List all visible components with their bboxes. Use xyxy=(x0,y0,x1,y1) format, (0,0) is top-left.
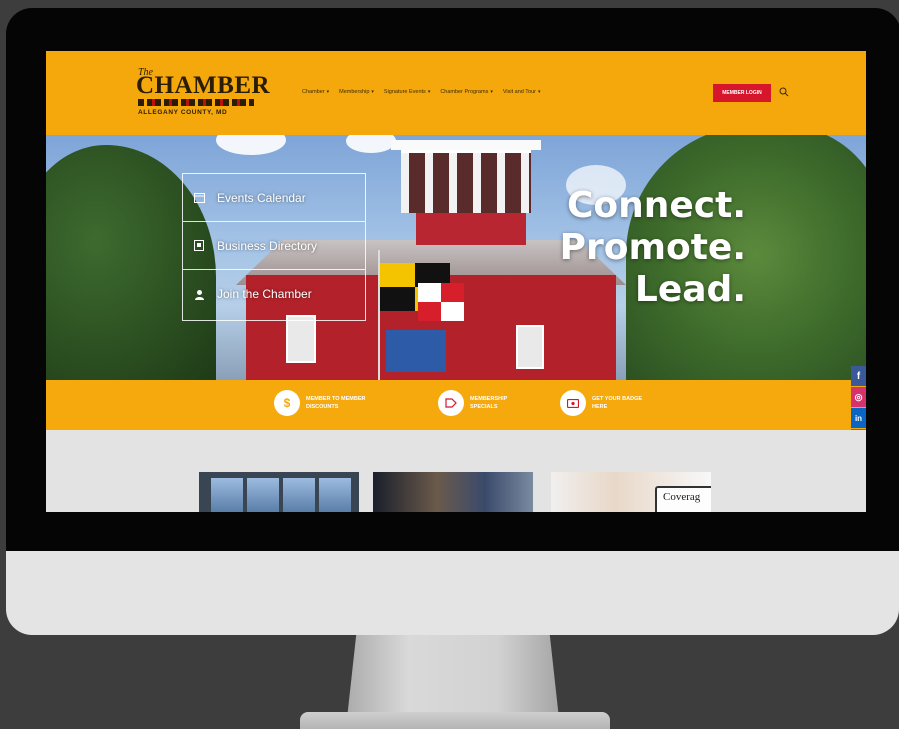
linkedin-icon[interactable]: in xyxy=(851,408,866,428)
tagline-line: Promote. xyxy=(559,227,746,268)
nav-label: Membership xyxy=(339,89,370,95)
monitor-chin xyxy=(6,551,899,635)
chevron-down-icon: ▾ xyxy=(537,89,541,95)
facebook-icon[interactable]: f xyxy=(851,366,866,386)
chevron-down-icon: ▾ xyxy=(371,89,374,95)
cloud xyxy=(216,135,286,155)
website-screen: The CHAMBER ALLEGANY COUNTY, MD Chamber … xyxy=(46,51,866,512)
hero-building-window xyxy=(286,315,316,363)
search-icon[interactable] xyxy=(779,87,789,97)
hero-building-window xyxy=(516,325,544,369)
hero-belfry xyxy=(401,145,531,213)
chamber-logo[interactable]: The CHAMBER ALLEGANY COUNTY, MD xyxy=(136,67,270,123)
ticket-icon xyxy=(560,390,586,416)
nav-item-chamber[interactable]: Chamber ▾ xyxy=(302,89,329,95)
feature-label: GET YOUR BADGE HERE xyxy=(592,396,643,410)
nav-item-membership[interactable]: Membership ▾ xyxy=(339,89,374,95)
hero-banner: Events Calendar Business Directory Join … xyxy=(46,135,866,380)
maryland-flag xyxy=(418,283,464,321)
county-flag xyxy=(386,330,446,372)
feature-label: MEMBERSHIP SPECIALS xyxy=(470,396,508,410)
card-coverage-image[interactable]: Coverag xyxy=(551,472,711,512)
member-login-button[interactable]: MEMBER LOGIN xyxy=(713,84,771,102)
main-nav: Chamber ▾ Membership ▾ Signature Events … xyxy=(302,89,540,95)
quicklink-business-directory[interactable]: Business Directory xyxy=(183,222,365,270)
hero-belfry-roof xyxy=(391,140,541,150)
quicklink-label: Business Directory xyxy=(217,238,318,253)
feature-get-badge[interactable]: GET YOUR BADGE HERE xyxy=(560,390,654,416)
person-icon xyxy=(193,288,205,300)
quicklink-events-calendar[interactable]: Events Calendar xyxy=(183,174,365,222)
office-window xyxy=(319,478,351,512)
cards-section: Coverag xyxy=(46,430,866,512)
office-window xyxy=(283,478,315,512)
feature-label: MEMBER TO MEMBER DISCOUNTS xyxy=(306,396,366,410)
monitor-stand xyxy=(347,635,559,715)
cloud xyxy=(346,135,396,153)
feature-bar: $ MEMBER TO MEMBER DISCOUNTS MEMBERSHIP … xyxy=(46,380,866,430)
logo-flag-bar xyxy=(138,99,254,106)
instagram-icon[interactable]: ◎ xyxy=(851,387,866,407)
nav-item-signature-events[interactable]: Signature Events ▾ xyxy=(384,89,430,95)
dollar-icon: $ xyxy=(274,390,300,416)
tagline-line: Lead. xyxy=(634,269,746,310)
feature-membership-specials[interactable]: MEMBERSHIP SPECIALS xyxy=(438,390,532,416)
nav-item-visit-and-tour[interactable]: Visit and Tour ▾ xyxy=(503,89,541,95)
chevron-down-icon: ▾ xyxy=(427,89,431,95)
directory-icon xyxy=(193,240,205,252)
card-office-image[interactable] xyxy=(199,472,359,512)
coverage-tablet: Coverag xyxy=(655,486,711,512)
chevron-down-icon: ▾ xyxy=(490,89,493,95)
hero-quicklinks: Events Calendar Business Directory Join … xyxy=(182,173,366,321)
hero-tagline: Connect. Promote. Lead. xyxy=(560,185,746,311)
card-people-image[interactable] xyxy=(373,472,533,512)
calendar-icon xyxy=(193,192,205,204)
logo-main: CHAMBER xyxy=(136,72,271,99)
tag-icon xyxy=(438,390,464,416)
nav-label: Chamber Programs xyxy=(440,89,489,95)
quicklink-label: Events Calendar xyxy=(217,190,306,205)
quicklink-join-chamber[interactable]: Join the Chamber xyxy=(183,270,365,318)
office-window xyxy=(211,478,243,512)
site-header: The CHAMBER ALLEGANY COUNTY, MD Chamber … xyxy=(46,51,866,135)
feature-member-discounts[interactable]: $ MEMBER TO MEMBER DISCOUNTS xyxy=(274,390,368,416)
nav-label: Visit and Tour xyxy=(502,89,536,95)
monitor-stand-base xyxy=(300,712,610,729)
nav-label: Signature Events xyxy=(383,89,426,95)
quicklink-label: Join the Chamber xyxy=(217,287,312,301)
nav-label: Chamber xyxy=(302,89,325,95)
nav-item-chamber-programs[interactable]: Chamber Programs ▾ xyxy=(440,89,493,95)
chevron-down-icon: ▾ xyxy=(326,89,330,95)
logo-subtitle: ALLEGANY COUNTY, MD xyxy=(138,109,228,116)
office-window xyxy=(247,478,279,512)
tagline-line: Connect. xyxy=(566,185,746,226)
